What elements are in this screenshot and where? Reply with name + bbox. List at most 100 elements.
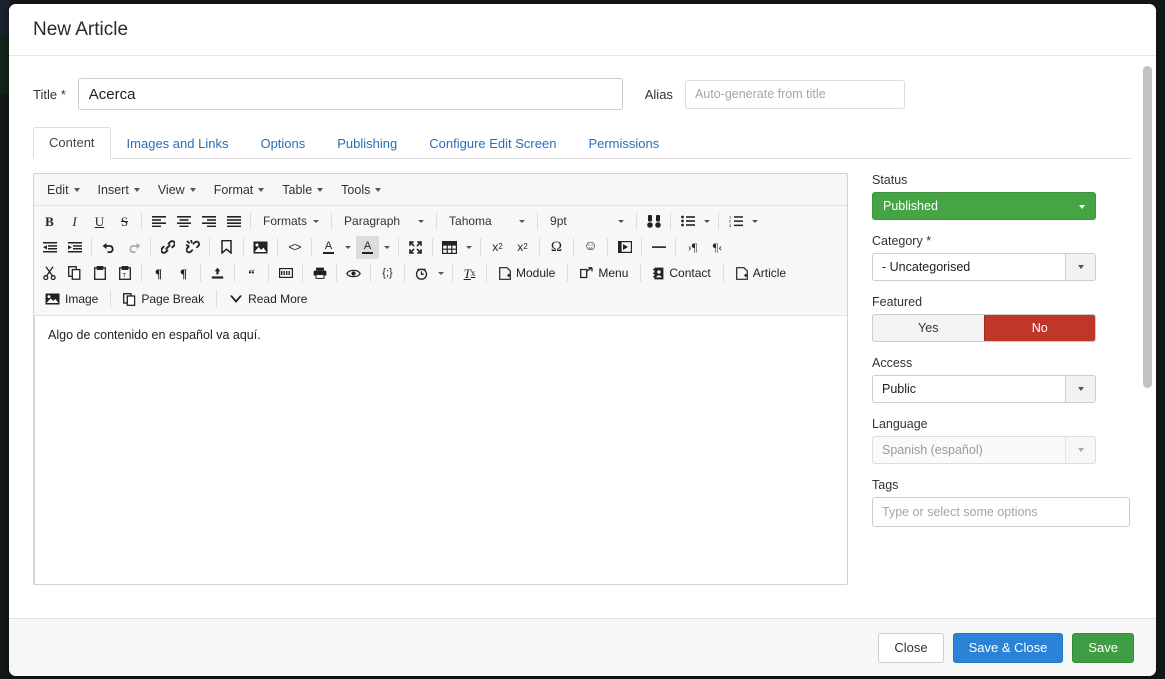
alias-input[interactable]	[684, 79, 905, 109]
featured-no-option[interactable]: No	[983, 315, 1095, 341]
visual-chars-icon[interactable]: ¶	[172, 262, 195, 285]
source-code-icon[interactable]: < >	[283, 236, 306, 259]
align-right-icon[interactable]	[197, 210, 220, 233]
category-dropdown-arrow[interactable]	[1065, 254, 1095, 280]
featured-label: Featured	[872, 295, 923, 309]
indent-icon[interactable]	[63, 236, 86, 259]
modal-scrollbar-thumb[interactable]	[1143, 66, 1152, 388]
insert-image-button[interactable]: Image	[39, 288, 104, 311]
modal-scrollbar[interactable]	[1143, 66, 1152, 618]
page-break-button[interactable]: Page Break	[117, 288, 210, 311]
language-select[interactable]: Spanish (español)	[872, 436, 1096, 464]
menu-insert[interactable]: Insert	[89, 179, 149, 201]
paste-icon[interactable]	[88, 262, 111, 285]
fullscreen-icon[interactable]	[404, 236, 427, 259]
ltr-icon[interactable]: ›¶	[681, 236, 704, 259]
insert-datetime-icon[interactable]	[410, 262, 433, 285]
align-left-icon[interactable]	[147, 210, 170, 233]
menu-tools[interactable]: Tools	[332, 179, 390, 201]
insert-menu-button[interactable]: Menu	[574, 262, 634, 285]
show-blocks-icon[interactable]: ¶	[147, 262, 170, 285]
chevron-down-icon	[317, 187, 324, 192]
editor-content-area[interactable]: Algo de contenido en español va aquí.	[34, 316, 847, 584]
menu-view[interactable]: View	[149, 179, 205, 201]
insert-contact-button[interactable]: Contact	[647, 262, 716, 285]
background-color-dropdown-icon[interactable]	[381, 236, 393, 259]
tab-options[interactable]: Options	[244, 128, 321, 159]
text-color-dropdown-icon[interactable]	[342, 236, 354, 259]
access-dropdown-arrow[interactable]	[1065, 376, 1095, 402]
paragraph-select[interactable]: Paragraph	[338, 210, 430, 233]
subscript-icon[interactable]: x2	[486, 236, 509, 259]
align-justify-icon[interactable]	[222, 210, 245, 233]
special-character-icon[interactable]: Ω	[545, 236, 568, 259]
fontfamily-select[interactable]: Tahoma	[443, 210, 531, 233]
title-input[interactable]	[77, 78, 623, 110]
tags-input[interactable]	[872, 497, 1130, 527]
horizontal-rule-icon[interactable]	[647, 236, 670, 259]
superscript-icon[interactable]: x2	[511, 236, 534, 259]
table-icon[interactable]	[438, 236, 461, 259]
bullet-list-dropdown-icon[interactable]	[701, 210, 713, 233]
remove-format-icon[interactable]: Tx	[458, 262, 481, 285]
table-dropdown-icon[interactable]	[463, 236, 475, 259]
preview-icon[interactable]	[342, 262, 365, 285]
access-select[interactable]: Public	[872, 375, 1096, 403]
menu-format-label: Format	[213, 182, 254, 197]
rtl-icon[interactable]: ¶‹	[706, 236, 729, 259]
media-icon[interactable]	[613, 236, 636, 259]
unlink-icon[interactable]	[181, 236, 204, 259]
emoticon-icon[interactable]: ☺	[579, 236, 602, 259]
menu-format[interactable]: Format	[205, 179, 274, 201]
italic-icon[interactable]: I	[63, 210, 86, 233]
paragraph-select-value: Paragraph	[344, 214, 401, 228]
fontsize-select[interactable]: 9pt	[544, 210, 630, 233]
tab-content[interactable]: Content	[33, 127, 111, 159]
strikethrough-icon[interactable]: S	[113, 210, 136, 233]
chevron-down-icon	[345, 245, 351, 249]
image-icon[interactable]	[249, 236, 272, 259]
outdent-icon[interactable]	[38, 236, 61, 259]
insert-datetime-dropdown-icon[interactable]	[435, 262, 447, 285]
status-select[interactable]: Published	[872, 192, 1096, 220]
insert-module-button[interactable]: Module	[493, 262, 561, 285]
image-icon	[45, 293, 60, 305]
save-button[interactable]: Save	[1072, 632, 1134, 663]
align-center-icon[interactable]	[172, 210, 195, 233]
save-and-close-button[interactable]: Save & Close	[952, 632, 1064, 663]
language-dropdown-arrow[interactable]	[1065, 437, 1095, 463]
read-more-button[interactable]: Read More	[223, 288, 313, 311]
underline-icon[interactable]: U	[88, 210, 111, 233]
category-select[interactable]: - Uncategorised	[872, 253, 1096, 281]
redo-icon[interactable]	[122, 236, 145, 259]
featured-yes-option[interactable]: Yes	[873, 315, 984, 341]
insert-article-button[interactable]: Article	[730, 262, 792, 285]
tab-permissions[interactable]: Permissions	[572, 128, 675, 159]
close-button[interactable]: Close	[878, 632, 944, 663]
copy-icon[interactable]	[63, 262, 86, 285]
blockquote-icon[interactable]: “	[240, 262, 263, 285]
tab-configure-edit-screen[interactable]: Configure Edit Screen	[413, 128, 572, 159]
background-color-icon[interactable]: A	[356, 235, 379, 259]
search-replace-icon[interactable]	[642, 210, 665, 233]
text-color-icon[interactable]: A	[317, 236, 340, 259]
tab-publishing[interactable]: Publishing	[321, 128, 413, 159]
cut-icon[interactable]	[38, 262, 61, 285]
print-icon[interactable]	[308, 262, 331, 285]
numbered-list-icon[interactable]: 123	[724, 210, 747, 233]
tab-images-and-links[interactable]: Images and Links	[111, 128, 245, 159]
undo-icon[interactable]	[97, 236, 120, 259]
bullet-list-icon[interactable]	[676, 210, 699, 233]
anchor-icon[interactable]	[215, 236, 238, 259]
insert-template-icon[interactable]	[206, 262, 229, 285]
code-sample-icon[interactable]: {;}	[376, 262, 399, 285]
formats-select[interactable]: Formats	[257, 210, 325, 233]
menu-table[interactable]: Table	[273, 179, 332, 201]
numbered-list-dropdown-icon[interactable]	[749, 210, 761, 233]
bold-icon[interactable]: B	[38, 210, 61, 233]
nonbreaking-icon[interactable]	[274, 262, 297, 285]
menu-edit[interactable]: Edit	[38, 179, 89, 201]
link-icon[interactable]	[156, 236, 179, 259]
paste-as-text-icon[interactable]: T	[113, 262, 136, 285]
toolbar-divider	[539, 238, 540, 256]
